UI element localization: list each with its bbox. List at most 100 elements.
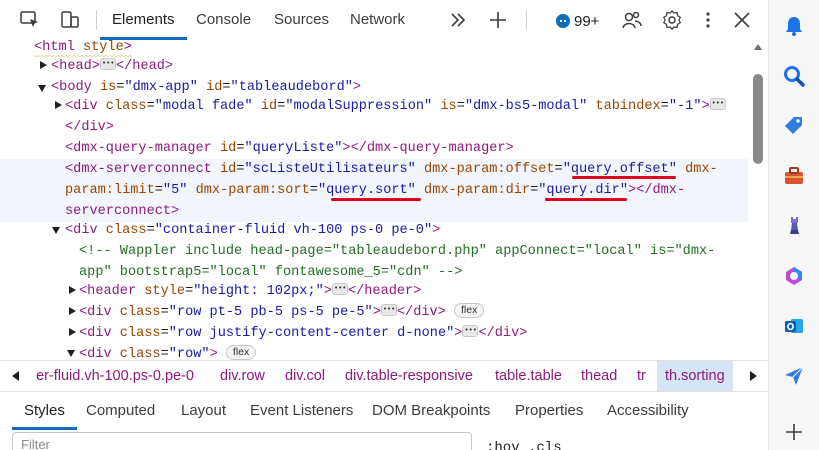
scroll-up-icon[interactable] [754, 44, 762, 50]
breadcrumb-item[interactable]: div.table-responsive [345, 361, 473, 391]
add-icon[interactable] [782, 420, 806, 444]
tab-network[interactable]: Network [350, 0, 405, 40]
tree-line[interactable]: <body is="dmx-app" id="tableaudebord"> [0, 77, 748, 98]
customize-icon[interactable] [620, 8, 644, 32]
tree-line[interactable]: <div class="row pt-5 pb-5 ps-5 pe-5"> </d… [0, 299, 748, 323]
tab-sources[interactable]: Sources [274, 0, 329, 40]
microsoft-365-icon[interactable] [782, 264, 806, 288]
search-icon[interactable] [782, 64, 806, 88]
tab-dom-breakpoints[interactable]: DOM Breakpoints [372, 392, 490, 430]
breadcrumb-item[interactable]: div.col [285, 361, 325, 391]
tree-line[interactable]: <head> </head> [0, 53, 748, 77]
code-token: param:limit [65, 183, 155, 198]
code-token: is [99, 80, 117, 95]
code-token: > [323, 284, 332, 299]
tab-styles[interactable]: Styles [12, 392, 77, 430]
code-token: class [105, 223, 147, 238]
code-token: "row justify-content-center d-none" [168, 326, 455, 341]
breadcrumb-item[interactable]: thead [581, 361, 617, 391]
code-token: = [236, 162, 245, 177]
tree-line[interactable]: <div class="modal fade" id="modalSuppres… [0, 93, 748, 117]
tree-line[interactable]: <div class="row"> flex [0, 344, 748, 360]
code-token: <div [65, 223, 106, 238]
code-token: </div> [478, 326, 528, 341]
expand-ellipsis-icon[interactable] [331, 278, 348, 299]
device-toolbar-icon[interactable] [58, 8, 82, 32]
expand-ellipsis-icon[interactable] [380, 299, 397, 320]
notification-bell-icon[interactable] [782, 14, 806, 38]
vertical-scrollbar[interactable] [748, 40, 768, 360]
tree-line[interactable]: </div> [0, 117, 748, 138]
code-token: = [146, 223, 155, 238]
scrollbar-thumb[interactable] [753, 74, 763, 164]
code-token: = [160, 347, 169, 360]
code-token: = [309, 183, 318, 198]
inspect-icon[interactable] [18, 8, 42, 32]
outlook-icon[interactable] [782, 314, 806, 338]
tree-line[interactable]: <header style="height: 102px;"> </header> [0, 278, 748, 302]
breadcrumb-item-active[interactable]: th.sorting [657, 361, 733, 391]
more-options-icon[interactable] [696, 8, 720, 32]
code-token: class [119, 326, 161, 341]
code-token: "queryListe" [244, 141, 343, 156]
hov-cls-toggles[interactable]: :hov .cls [486, 440, 562, 450]
code-token: "query.sort" [317, 183, 416, 198]
code-token: = [154, 183, 163, 198]
code-token: = [160, 305, 169, 320]
code-token: "dmx-app" [124, 80, 198, 95]
tab-elements[interactable]: Elements [100, 0, 186, 40]
tree-line[interactable]: <div class="row justify-content-center d… [0, 320, 748, 344]
code-token: <dmx-serverconnect [65, 162, 220, 177]
tab-computed[interactable]: Computed [86, 392, 155, 430]
issues-button[interactable]: 99+ [556, 11, 599, 31]
close-icon[interactable] [730, 8, 754, 32]
more-tabs-icon[interactable] [446, 8, 470, 32]
breadcrumb-item[interactable]: er-fluid.vh-100.ps-0.pe-0 [36, 361, 194, 391]
code-token: </div> [396, 305, 446, 320]
expand-ellipsis-icon[interactable] [462, 320, 479, 341]
flex-badge[interactable]: flex [454, 302, 485, 318]
scroll-left-icon[interactable] [12, 371, 19, 381]
code-token: tabindex [595, 99, 661, 114]
tree-line[interactable]: <dmx-query-manager id="queryListe"></dmx… [0, 138, 748, 159]
send-icon[interactable] [782, 364, 806, 388]
code-token: <dmx-query-manager [65, 141, 220, 156]
code-token: > [209, 347, 218, 360]
tree-line[interactable]: app" bootstrap5="local" fontawesome_5="c… [0, 262, 748, 283]
code-token: > [432, 223, 441, 238]
tree-line[interactable]: <div class="container-fluid vh-100 ps-0 … [0, 220, 748, 241]
code-token: = [185, 284, 194, 299]
dom-tree: <html style> <head></head> <body is="dmx… [0, 40, 748, 360]
code-token: dmx-param:sort [195, 183, 310, 198]
annotation-underline [572, 176, 676, 179]
tree-line-selected[interactable]: serverconnect> [0, 201, 748, 222]
tab-properties[interactable]: Properties [515, 392, 583, 430]
breadcrumb-item[interactable]: div.row [220, 361, 265, 391]
code-token: class [119, 305, 161, 320]
flex-badge[interactable]: flex [225, 344, 257, 360]
code-token: class [105, 99, 147, 114]
shopping-tag-icon[interactable] [782, 114, 806, 138]
tab-event-listeners[interactable]: Event Listeners [250, 392, 353, 430]
scroll-right-icon[interactable] [750, 371, 757, 381]
tab-console[interactable]: Console [196, 0, 251, 40]
code-token: "-1" [668, 99, 702, 114]
code-token: = [236, 141, 245, 156]
code-token: <!-- Wappler include head-page="tableaud… [79, 244, 716, 259]
settings-icon[interactable] [660, 8, 684, 32]
breadcrumb-item[interactable]: table.table [495, 361, 562, 391]
tab-accessibility[interactable]: Accessibility [607, 392, 689, 430]
expand-ellipsis-icon[interactable] [99, 53, 116, 74]
chess-icon[interactable] [782, 214, 806, 238]
breadcrumb-item[interactable]: tr [637, 361, 646, 391]
toolbox-icon[interactable] [782, 164, 806, 188]
add-tab-icon[interactable] [486, 8, 510, 32]
expand-ellipsis-icon[interactable] [709, 93, 726, 114]
issues-count: 99+ [574, 12, 600, 30]
tab-layout[interactable]: Layout [181, 392, 226, 430]
tree-line[interactable]: <!-- Wappler include head-page="tableaud… [0, 241, 748, 262]
styles-filter-input[interactable]: Filter [12, 432, 472, 450]
code-token: dmx-param:offset [423, 162, 555, 177]
styles-pane-tabs: Styles Computed Layout Event Listeners D… [0, 392, 768, 430]
